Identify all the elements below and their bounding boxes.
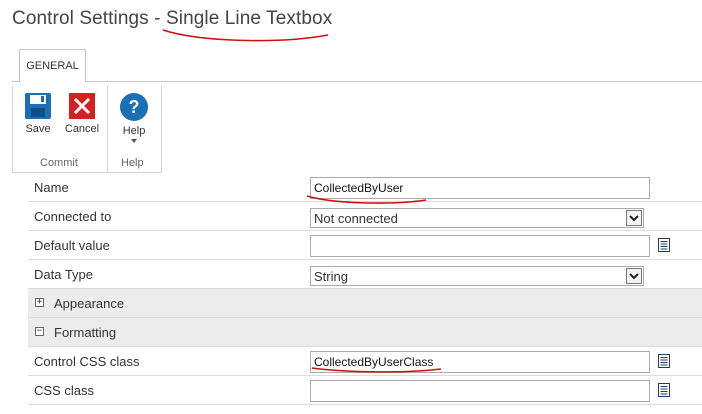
save-button-label: Save bbox=[25, 123, 51, 135]
default-value-input[interactable] bbox=[310, 235, 650, 257]
expression-builder-icon[interactable] bbox=[658, 383, 670, 397]
group-label-commit: Commit bbox=[40, 157, 78, 169]
cancel-button[interactable]: Cancel bbox=[64, 92, 100, 135]
group-label-help: Help bbox=[121, 157, 144, 169]
css-class-label: CSS class bbox=[34, 383, 94, 398]
help-question-icon: ? bbox=[120, 93, 148, 121]
ribbon-left-border bbox=[12, 86, 13, 172]
collapse-minus-icon[interactable]: − bbox=[35, 327, 44, 336]
connected-to-dropdown-arrow[interactable] bbox=[626, 210, 642, 226]
expression-builder-icon[interactable] bbox=[658, 238, 670, 252]
ribbon-group-separator bbox=[107, 86, 108, 172]
section-formatting[interactable]: − Formatting bbox=[28, 318, 702, 347]
svg-text:?: ? bbox=[129, 97, 140, 117]
connected-to-select[interactable]: Not connected bbox=[310, 208, 644, 228]
section-appearance[interactable]: + Appearance bbox=[28, 289, 702, 318]
row-name: Name bbox=[28, 173, 702, 202]
data-type-value: String bbox=[314, 269, 348, 284]
ribbon-right-border bbox=[161, 86, 162, 172]
title-prefix: Control Settings - bbox=[12, 8, 166, 29]
floppy-disk-icon bbox=[25, 93, 51, 119]
row-data-type: Data Type String bbox=[28, 260, 702, 289]
expression-builder-icon[interactable] bbox=[658, 354, 670, 368]
default-value-label: Default value bbox=[34, 238, 110, 253]
chevron-down-icon bbox=[629, 272, 639, 279]
control-css-class-label: Control CSS class bbox=[34, 354, 140, 369]
expand-plus-icon[interactable]: + bbox=[35, 298, 44, 307]
chevron-down-icon bbox=[131, 139, 137, 143]
ribbon-top-border bbox=[12, 81, 702, 82]
connected-to-label: Connected to bbox=[34, 209, 112, 224]
tab-general-label: GENERAL bbox=[26, 60, 79, 72]
control-css-class-input[interactable] bbox=[310, 351, 650, 373]
tab-general[interactable]: GENERAL bbox=[19, 49, 86, 82]
help-button-label: Help bbox=[122, 125, 146, 137]
appearance-label: Appearance bbox=[54, 296, 125, 311]
name-label: Name bbox=[34, 180, 69, 195]
formatting-label: Formatting bbox=[54, 325, 117, 340]
name-input[interactable] bbox=[310, 177, 650, 199]
row-default-value: Default value bbox=[28, 231, 702, 260]
row-connected-to: Connected to Not connected bbox=[28, 202, 702, 231]
row-css-class: CSS class bbox=[28, 376, 702, 405]
cancel-button-label: Cancel bbox=[64, 123, 100, 135]
data-type-label: Data Type bbox=[34, 267, 94, 282]
row-control-css-class: Control CSS class bbox=[28, 347, 702, 376]
data-type-select[interactable]: String bbox=[310, 266, 644, 286]
chevron-down-icon bbox=[629, 214, 639, 221]
data-type-dropdown-arrow[interactable] bbox=[626, 268, 642, 284]
page-title: Control Settings - Single Line Textbox bbox=[12, 8, 332, 30]
cancel-x-icon bbox=[69, 93, 95, 119]
title-control-type: Single Line Textbox bbox=[165, 8, 333, 29]
save-button[interactable]: Save bbox=[22, 92, 54, 135]
help-button[interactable]: ? Help bbox=[117, 92, 151, 143]
connected-to-value: Not connected bbox=[314, 211, 398, 226]
css-class-input[interactable] bbox=[310, 380, 650, 402]
